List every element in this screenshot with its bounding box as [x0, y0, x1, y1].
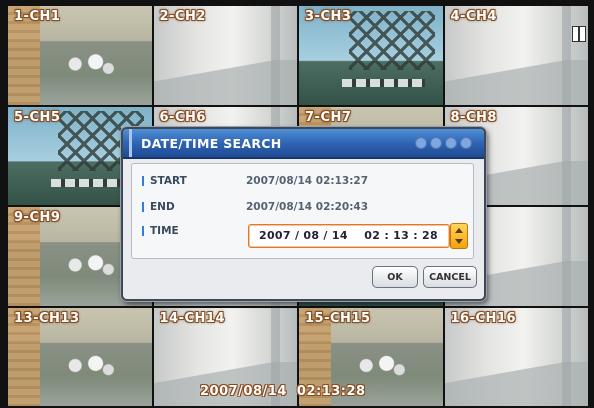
channel-label: 6-CH6	[159, 109, 206, 125]
channel-label: 1-CH1	[14, 9, 61, 24]
time-label: TIME	[150, 225, 179, 237]
channel-label: 7-CH7	[305, 109, 352, 125]
time-input[interactable]: 2007 / 08 / 14 02 : 13 : 28	[248, 224, 450, 248]
camera-cell[interactable]: 13-CH13	[8, 307, 152, 406]
channel-label: 8-CH8	[450, 109, 497, 125]
channel-label: 13-CH13	[14, 310, 80, 326]
titlebar-accent	[129, 129, 132, 157]
start-label: START	[150, 175, 187, 187]
camera-cell[interactable]: 16-CH16	[444, 307, 588, 406]
channel-label: 2-CH2	[159, 9, 206, 24]
channel-label: 5-CH5	[14, 109, 61, 125]
dialog-title: DATE/TIME SEARCH	[141, 136, 282, 151]
end-value: 2007/08/14 02:20:43	[246, 201, 369, 213]
spinner-up-icon[interactable]	[455, 228, 463, 233]
channel-label: 3-CH3	[305, 9, 352, 24]
channel-label: 9-CH9	[14, 210, 61, 225]
time-row: TIME	[142, 224, 246, 238]
spinner-down-icon[interactable]	[455, 239, 463, 244]
end-label: END	[150, 201, 175, 213]
start-value: 2007/08/14 02:13:27	[246, 175, 369, 187]
end-bullet-icon	[142, 202, 144, 212]
time-bullet-icon	[142, 226, 144, 236]
ok-button[interactable]: OK	[372, 266, 418, 288]
channel-label: 4-CH4	[450, 9, 497, 24]
pause-icon	[572, 26, 586, 42]
camera-cell[interactable]: 3-CH3	[299, 6, 443, 105]
cancel-button[interactable]: CANCEL	[423, 266, 477, 288]
end-row: END 2007/08/14 02:20:43	[142, 200, 368, 214]
camera-cell[interactable]: 4-CH4	[444, 6, 588, 105]
titlebar-dots-icon	[415, 137, 472, 149]
dialog-titlebar[interactable]: DATE/TIME SEARCH	[123, 129, 484, 159]
channel-label: 15-CH15	[305, 310, 371, 326]
search-panel: START 2007/08/14 02:13:27 END 2007/08/14…	[131, 163, 474, 259]
start-row: START 2007/08/14 02:13:27	[142, 174, 368, 188]
osd-timestamp: 2007/08/14 02:13:28	[200, 384, 366, 399]
channel-label: 16-CH16	[450, 310, 516, 326]
time-spinner[interactable]	[450, 223, 468, 249]
channel-label: 14-CH14	[159, 310, 225, 326]
time-input-value: 2007 / 08 / 14 02 : 13 : 28	[259, 229, 438, 242]
start-bullet-icon	[142, 176, 144, 186]
camera-cell[interactable]: 2-CH2	[153, 6, 297, 105]
camera-cell[interactable]: 1-CH1	[8, 6, 152, 105]
date-time-search-dialog: DATE/TIME SEARCH START 2007/08/14 02:13:…	[121, 127, 486, 301]
